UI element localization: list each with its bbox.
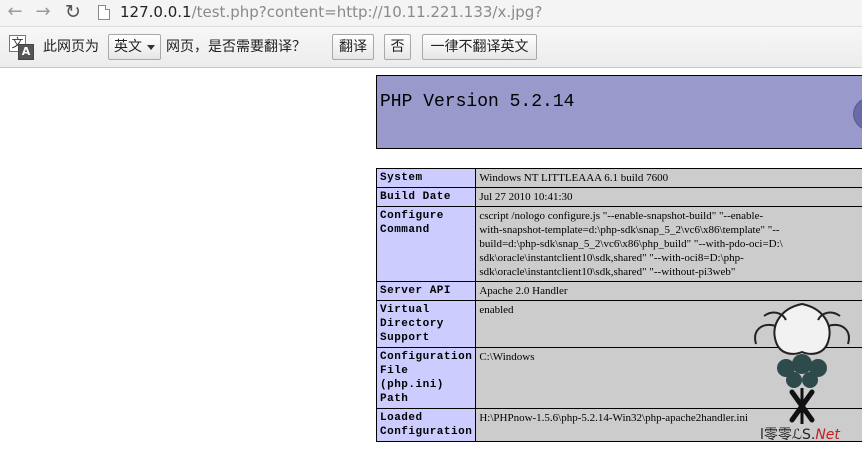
browser-toolbar: ← → ↻ 127.0.0.1/test.php?content=http://… — [0, 0, 862, 27]
page-title: PHP Version 5.2.14 — [380, 92, 575, 112]
row-label: System — [375, 168, 477, 188]
never-translate-button[interactable]: 一律不翻译英文 — [422, 34, 537, 60]
value-line: sdk\oracle\instantclient10\sdk,shared" "… — [479, 266, 736, 278]
row-value: Windows NT LITTLEAAA 6.1 build 7600 — [475, 168, 862, 188]
translate-button[interactable]: 翻译 — [332, 34, 374, 60]
row-value: Jul 27 2010 10:41:30 — [475, 187, 862, 207]
no-button[interactable]: 否 — [384, 34, 411, 60]
value-line: sdk\oracle\instantclient10\sdk,shared" "… — [479, 252, 744, 264]
translate-icon: 文 A — [9, 35, 34, 60]
back-arrow-icon[interactable]: ← — [4, 2, 26, 22]
translate-infobar: 文 A 此网页为 英文 网页，是否需要翻译？ 翻译 否 一律不翻译英文 — [0, 27, 862, 68]
url-path: /test.php?content=http://10.11.221.133/x… — [191, 3, 543, 21]
row-label: Loaded Configuration — [375, 408, 477, 442]
translate-prompt-suffix: 网页，是否需要翻译？ — [166, 39, 306, 55]
watermark: ⅼ零零ℒS.Net — [742, 296, 862, 453]
php-logo-icon — [853, 96, 862, 132]
row-value: cscript /nologo configure.js "--enable-s… — [475, 206, 862, 282]
phpinfo-header: PHP Version 5.2.14 — [376, 75, 862, 149]
value-line: cscript /nologo configure.js "--enable-s… — [479, 210, 764, 222]
chevron-down-icon — [147, 45, 155, 50]
table-row: Build Date Jul 27 2010 10:41:30 — [375, 187, 862, 207]
watermark-brand-text: ⅼ零零ℒS. — [760, 427, 816, 443]
reload-icon[interactable]: ↻ — [62, 2, 84, 22]
page-icon — [98, 5, 110, 20]
table-row: System Windows NT LITTLEAAA 6.1 build 76… — [375, 168, 862, 188]
row-label: Build Date — [375, 187, 477, 207]
forward-arrow-icon[interactable]: → — [32, 2, 54, 22]
value-line: build=d:\php-sdk\snap_5_2\vc6\x86\php_bu… — [479, 238, 783, 250]
language-select-value: 英文 — [114, 39, 142, 55]
translate-icon-glyph-a: A — [18, 44, 34, 60]
language-select[interactable]: 英文 — [108, 34, 161, 60]
url-host: 127.0.0.1 — [120, 3, 192, 21]
table-row: Configure Command cscript /nologo config… — [375, 206, 862, 282]
dragon-emblem-icon — [754, 302, 850, 424]
row-label: Server API — [375, 281, 477, 301]
watermark-brand-suffix: Net — [815, 427, 840, 443]
translate-prompt-prefix: 此网页为 — [43, 39, 99, 55]
value-line: with-snapshot-template=d:\php-sdk\snap_5… — [479, 224, 780, 236]
watermark-brand: ⅼ零零ℒS.Net — [760, 427, 840, 443]
row-label: Configuration File (php.ini) Path — [375, 347, 477, 409]
row-label: Virtual Directory Support — [375, 300, 477, 348]
row-label: Configure Command — [375, 206, 477, 282]
address-bar[interactable]: 127.0.0.1/test.php?content=http://10.11.… — [120, 2, 542, 22]
